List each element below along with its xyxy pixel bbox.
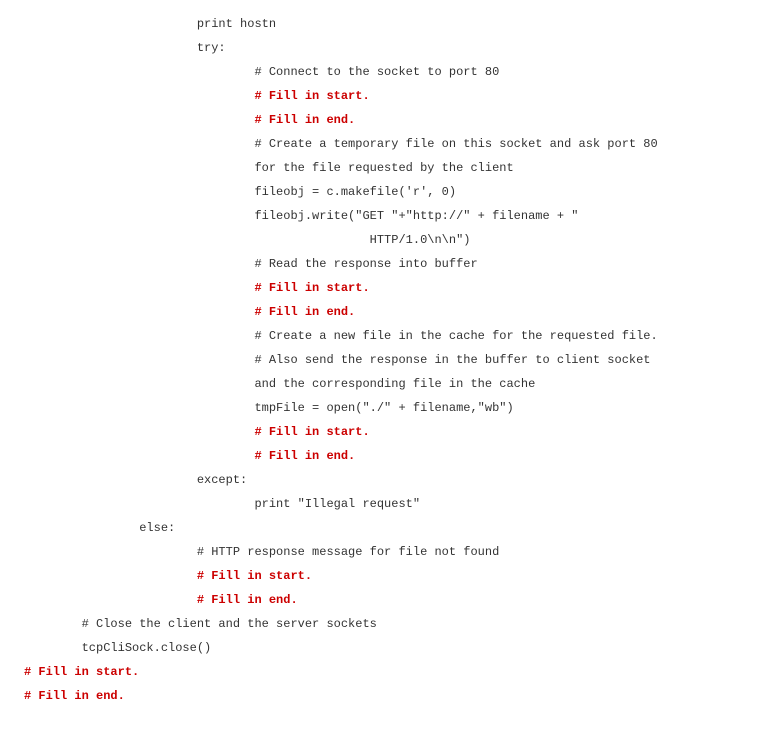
fill-in-start: # Fill in start. xyxy=(24,660,733,684)
code-comment: # Read the response into buffer xyxy=(24,252,733,276)
code-comment: for the file requested by the client xyxy=(24,156,733,180)
code-line: print "Illegal request" xyxy=(24,492,733,516)
code-line: print hostn xyxy=(24,12,733,36)
fill-in-end: # Fill in end. xyxy=(24,588,733,612)
code-comment: # Close the client and the server socket… xyxy=(24,612,733,636)
fill-in-end: # Fill in end. xyxy=(24,684,733,708)
code-line: except: xyxy=(24,468,733,492)
code-line: tmpFile = open("./" + filename,"wb") xyxy=(24,396,733,420)
fill-in-end: # Fill in end. xyxy=(24,108,733,132)
fill-in-start: # Fill in start. xyxy=(24,276,733,300)
code-line: try: xyxy=(24,36,733,60)
fill-in-start: # Fill in start. xyxy=(24,564,733,588)
fill-in-end: # Fill in end. xyxy=(24,300,733,324)
code-comment: and the corresponding file in the cache xyxy=(24,372,733,396)
fill-in-start: # Fill in start. xyxy=(24,84,733,108)
code-line: tcpCliSock.close() xyxy=(24,636,733,660)
code-comment: # Create a new file in the cache for the… xyxy=(24,324,733,348)
code-comment: # Connect to the socket to port 80 xyxy=(24,60,733,84)
fill-in-start: # Fill in start. xyxy=(24,420,733,444)
code-comment: # Create a temporary file on this socket… xyxy=(24,132,733,156)
code-line: else: xyxy=(24,516,733,540)
code-line: fileobj.write("GET "+"http://" + filenam… xyxy=(24,204,733,228)
code-line: HTTP/1.0\n\n") xyxy=(24,228,733,252)
code-comment: # HTTP response message for file not fou… xyxy=(24,540,733,564)
code-line: fileobj = c.makefile('r', 0) xyxy=(24,180,733,204)
fill-in-end: # Fill in end. xyxy=(24,444,733,468)
code-comment: # Also send the response in the buffer t… xyxy=(24,348,733,372)
code-block: print hostn try: # Connect to the socket… xyxy=(24,12,733,708)
